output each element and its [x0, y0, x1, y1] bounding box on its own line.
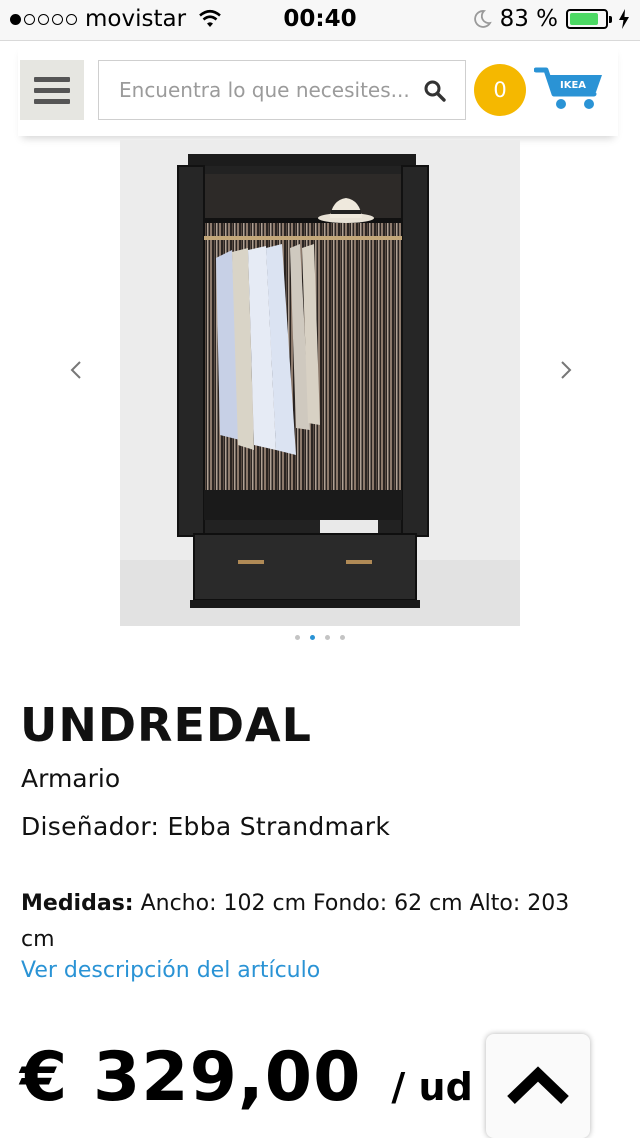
product-name: UNDREDAL	[20, 698, 312, 752]
description-link[interactable]: Ver descripción del artículo	[21, 958, 320, 983]
product-image[interactable]	[120, 140, 520, 626]
product-designer: Diseñador: Ebba Strandmark	[21, 812, 391, 841]
search-box	[98, 60, 466, 120]
chevron-up-icon	[507, 1066, 569, 1104]
search-input[interactable]	[99, 61, 417, 118]
cart-logo-text: IKEA	[560, 80, 586, 91]
menu-button[interactable]	[20, 60, 84, 120]
gallery-dot[interactable]	[325, 635, 330, 640]
gallery-dot[interactable]	[310, 635, 315, 640]
moon-icon	[473, 10, 492, 28]
gallery-pagination[interactable]	[0, 635, 640, 640]
price-block: € 329,00 / ud	[20, 1038, 473, 1118]
scroll-top-button[interactable]	[486, 1034, 590, 1138]
cart-icon[interactable]: IKEA	[534, 66, 604, 112]
status-bar: movistar 00:40 83 %	[0, 0, 640, 41]
gallery-dot[interactable]	[340, 635, 345, 640]
app-header: 0 IKEA	[18, 44, 618, 136]
menu-icon	[34, 76, 70, 82]
gallery-next-button[interactable]	[554, 358, 578, 382]
gallery-dot[interactable]	[295, 635, 300, 640]
chevron-right-icon	[561, 361, 572, 379]
price-unit: / ud	[391, 1065, 473, 1109]
product-type: Armario	[21, 764, 121, 793]
product-measures: Medidas: Ancho: 102 cm Fondo: 62 cm Alto…	[21, 886, 601, 958]
search-icon[interactable]	[423, 79, 447, 103]
product-gallery[interactable]	[0, 140, 640, 660]
chevron-left-icon	[70, 361, 81, 379]
battery-icon	[566, 9, 612, 29]
battery-percent: 83 %	[499, 6, 558, 32]
gallery-prev-button[interactable]	[64, 358, 88, 382]
charging-icon	[619, 9, 629, 29]
measures-label: Medidas:	[21, 891, 134, 916]
status-right: 83 %	[472, 6, 630, 32]
product-price: € 329,00	[20, 1038, 362, 1117]
cart-count-badge[interactable]: 0	[474, 64, 526, 116]
